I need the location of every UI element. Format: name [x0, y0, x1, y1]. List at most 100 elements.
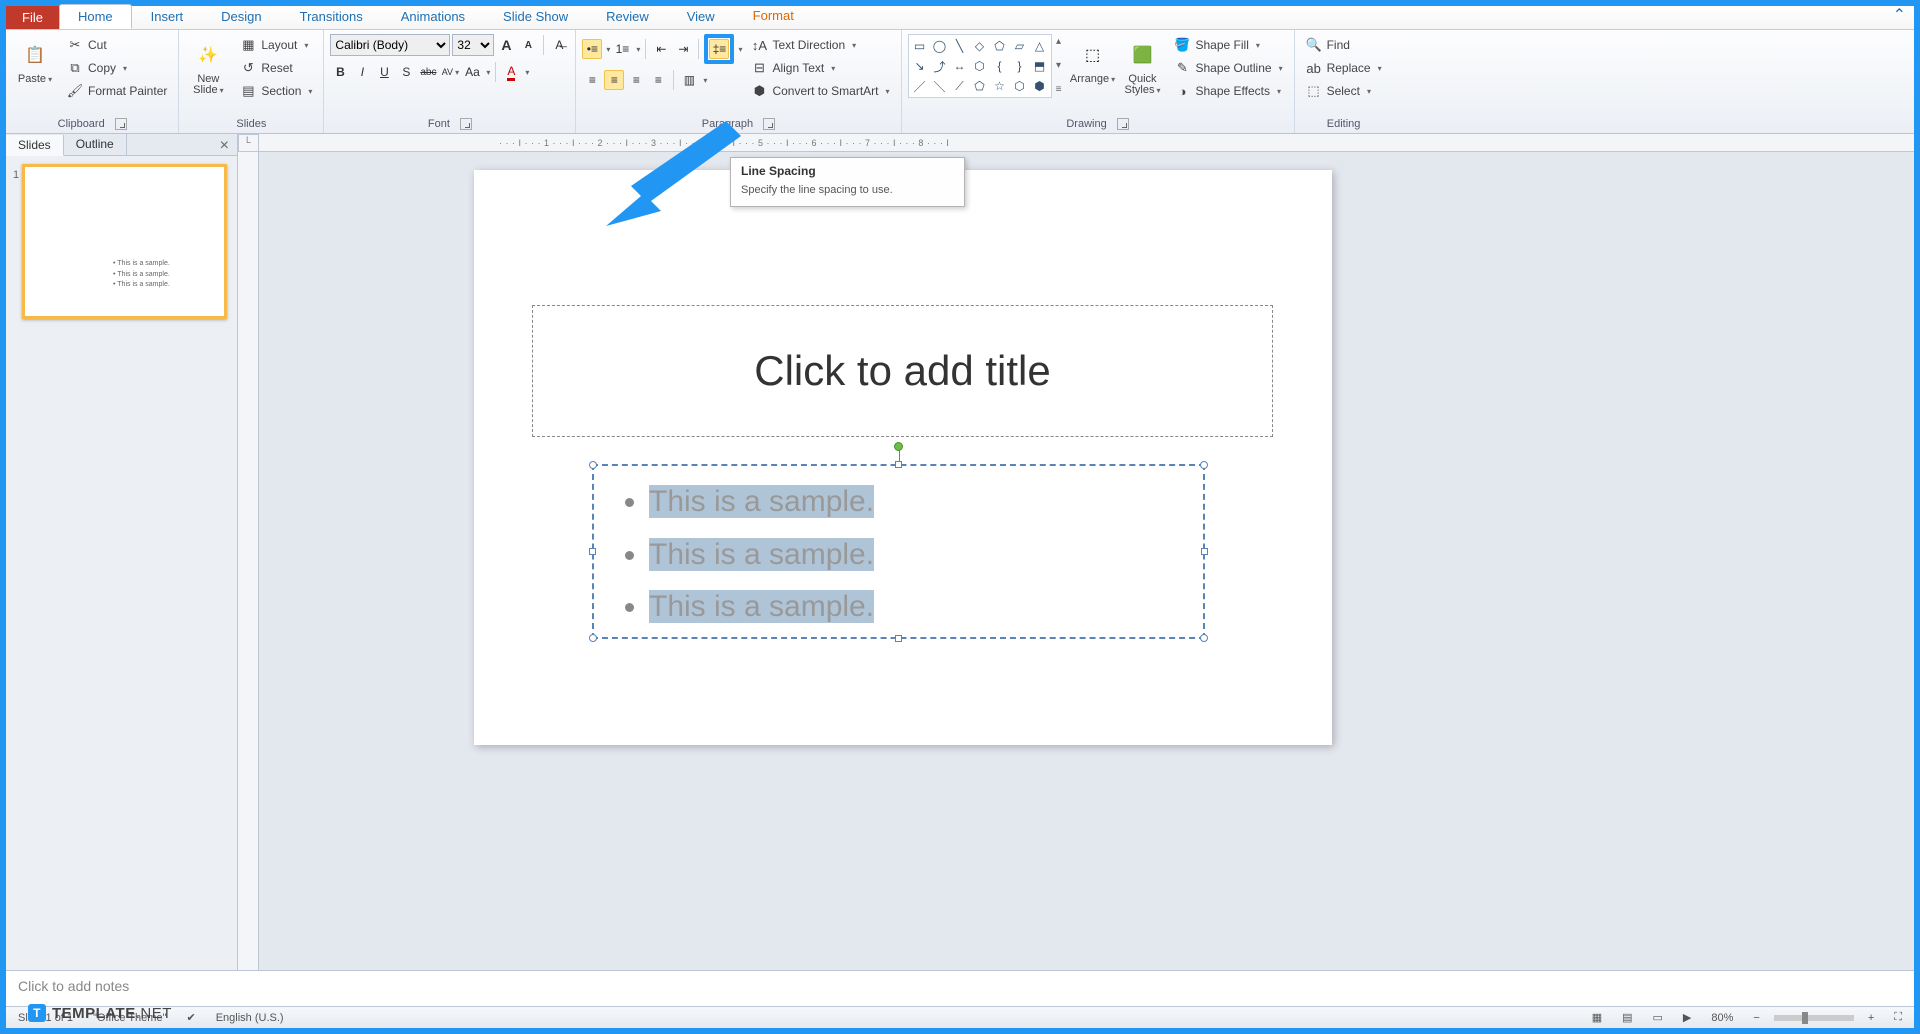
- view-reading-button[interactable]: ▭: [1647, 1011, 1669, 1024]
- font-size-select[interactable]: 32: [452, 34, 494, 56]
- scissors-icon: ✂: [67, 37, 83, 53]
- section-button[interactable]: ▤Section▾: [235, 80, 317, 102]
- view-slideshow-button[interactable]: ▶: [1677, 1011, 1697, 1024]
- panel-tab-outline[interactable]: Outline: [64, 134, 127, 155]
- layout-button[interactable]: ▦Layout▾: [235, 34, 317, 56]
- zoom-slider[interactable]: [1774, 1015, 1854, 1021]
- tab-home[interactable]: Home: [59, 4, 132, 29]
- new-slide-button[interactable]: ✨ New Slide▾: [185, 34, 231, 100]
- notes-pane[interactable]: Click to add notes: [6, 970, 1914, 1006]
- resize-handle-nw[interactable]: [589, 461, 597, 469]
- arrange-button[interactable]: ⬚ Arrange▾: [1070, 34, 1116, 89]
- slide-thumbnail-1[interactable]: 1 • This is a sample.• This is a sample.…: [22, 164, 227, 319]
- zoom-in-button[interactable]: +: [1862, 1012, 1880, 1024]
- convert-smartart-button[interactable]: ⬢Convert to SmartArt▾: [746, 80, 894, 102]
- copy-button[interactable]: ⧉Copy▾: [62, 57, 172, 79]
- shape-fill-button[interactable]: 🪣Shape Fill▾: [1170, 34, 1288, 56]
- status-language[interactable]: English (U.S.): [210, 1012, 290, 1024]
- rotation-handle[interactable]: [894, 442, 903, 451]
- resize-handle-w[interactable]: [589, 548, 596, 555]
- grow-font-button[interactable]: A: [496, 35, 516, 55]
- tab-view[interactable]: View: [668, 4, 734, 29]
- editing-group-label: Editing: [1327, 118, 1361, 130]
- tab-design[interactable]: Design: [202, 4, 280, 29]
- align-left-button[interactable]: ≡: [582, 70, 602, 90]
- text-direction-button[interactable]: ↕AText Direction▾: [746, 34, 894, 56]
- fit-to-window-button[interactable]: ⛶: [1888, 1011, 1908, 1024]
- tab-file[interactable]: File: [6, 6, 59, 29]
- shapes-gallery-scroll[interactable]: ▴▾≡: [1052, 34, 1066, 98]
- numbering-button[interactable]: 1≡: [612, 39, 632, 59]
- resize-handle-sw[interactable]: [589, 634, 597, 642]
- horizontal-ruler[interactable]: · · · I · · · 1 · · · I · · · 2 · · · I …: [259, 134, 1914, 152]
- justify-button[interactable]: ≡: [648, 70, 668, 90]
- tab-insert[interactable]: Insert: [132, 4, 203, 29]
- shapes-gallery[interactable]: ▭◯╲◇⬠▱△ ↘⤴↔⬡{}⬒ ／＼⟋⬠☆⬡⬢: [908, 34, 1052, 98]
- content-bullets[interactable]: This is a sample. This is a sample. This…: [594, 466, 1203, 644]
- find-button[interactable]: 🔍Find: [1301, 34, 1387, 56]
- quick-styles-button[interactable]: 🟩 Quick Styles▾: [1120, 34, 1166, 100]
- status-spellcheck-icon[interactable]: ✔: [180, 1011, 201, 1024]
- clear-formatting-button[interactable]: A̶: [549, 35, 569, 55]
- tab-review[interactable]: Review: [587, 4, 668, 29]
- tab-format[interactable]: Format: [734, 3, 813, 28]
- view-sorter-button[interactable]: ▤: [1616, 1011, 1638, 1024]
- align-center-button[interactable]: ≡: [604, 70, 624, 90]
- tab-transitions[interactable]: Transitions: [281, 4, 382, 29]
- panel-tab-slides[interactable]: Slides: [6, 135, 64, 156]
- strikethrough-button[interactable]: abc: [418, 62, 438, 82]
- tab-slideshow[interactable]: Slide Show: [484, 4, 587, 29]
- resize-handle-e[interactable]: [1201, 548, 1208, 555]
- align-text-button[interactable]: ⊟Align Text▾: [746, 57, 894, 79]
- shadow-button[interactable]: S: [396, 62, 416, 82]
- resize-handle-n[interactable]: [895, 461, 902, 468]
- font-color-button[interactable]: A: [501, 62, 521, 82]
- increase-indent-button[interactable]: ⇥: [673, 39, 693, 59]
- paragraph-dialog-launcher[interactable]: [763, 118, 775, 130]
- format-painter-button[interactable]: 🖌Format Painter: [62, 80, 172, 102]
- text-direction-icon: ↕A: [751, 37, 767, 53]
- clipboard-dialog-launcher[interactable]: [115, 118, 127, 130]
- select-button[interactable]: ⬚Select▾: [1301, 80, 1387, 102]
- font-name-select[interactable]: Calibri (Body): [330, 34, 450, 56]
- content-placeholder-selected[interactable]: This is a sample. This is a sample. This…: [592, 464, 1205, 639]
- minimize-ribbon-icon[interactable]: ⌃: [1885, 1, 1914, 29]
- bold-button[interactable]: B: [330, 62, 350, 82]
- paste-button[interactable]: 📋 Paste▾: [12, 34, 58, 89]
- line-spacing-button[interactable]: ‡≡: [709, 39, 729, 59]
- align-right-button[interactable]: ≡: [626, 70, 646, 90]
- group-editing: 🔍Find abReplace▾ ⬚Select▾ Editing: [1295, 30, 1393, 133]
- replace-icon: ab: [1306, 60, 1322, 76]
- shape-effects-button[interactable]: ◑Shape Effects▾: [1170, 80, 1288, 102]
- char-spacing-button[interactable]: AV▾: [440, 62, 460, 82]
- panel-close-icon[interactable]: ×: [212, 134, 237, 155]
- zoom-level[interactable]: 80%: [1705, 1012, 1739, 1024]
- vertical-ruler[interactable]: [238, 152, 259, 970]
- tab-animations[interactable]: Animations: [382, 4, 484, 29]
- slide-canvas[interactable]: [474, 170, 1332, 745]
- slide-editor[interactable]: L · · · I · · · 1 · · · I · · · 2 · · · …: [238, 134, 1914, 970]
- shrink-font-button[interactable]: A: [518, 35, 538, 55]
- ruler-corner[interactable]: L: [238, 134, 259, 152]
- zoom-out-button[interactable]: −: [1747, 1012, 1765, 1024]
- work-area: Slides Outline × 1 • This is a sample.• …: [6, 134, 1914, 970]
- columns-button[interactable]: ▥: [679, 70, 699, 90]
- reset-button[interactable]: ↺Reset: [235, 57, 317, 79]
- italic-button[interactable]: I: [352, 62, 372, 82]
- shape-outline-button[interactable]: ✎Shape Outline▾: [1170, 57, 1288, 79]
- resize-handle-ne[interactable]: [1200, 461, 1208, 469]
- change-case-button[interactable]: Aa: [462, 62, 482, 82]
- underline-button[interactable]: U: [374, 62, 394, 82]
- decrease-indent-button[interactable]: ⇤: [651, 39, 671, 59]
- view-normal-button[interactable]: ▦: [1586, 1011, 1608, 1024]
- replace-button[interactable]: abReplace▾: [1301, 57, 1387, 79]
- drawing-dialog-launcher[interactable]: [1117, 118, 1129, 130]
- bullets-button[interactable]: •≡: [582, 39, 602, 59]
- resize-handle-se[interactable]: [1200, 634, 1208, 642]
- font-dialog-launcher[interactable]: [460, 118, 472, 130]
- resize-handle-s[interactable]: [895, 635, 902, 642]
- title-placeholder[interactable]: Click to add title: [532, 305, 1273, 437]
- quick-styles-label: Quick Styles: [1125, 73, 1157, 96]
- fill-icon: 🪣: [1175, 37, 1191, 53]
- cut-button[interactable]: ✂Cut: [62, 34, 172, 56]
